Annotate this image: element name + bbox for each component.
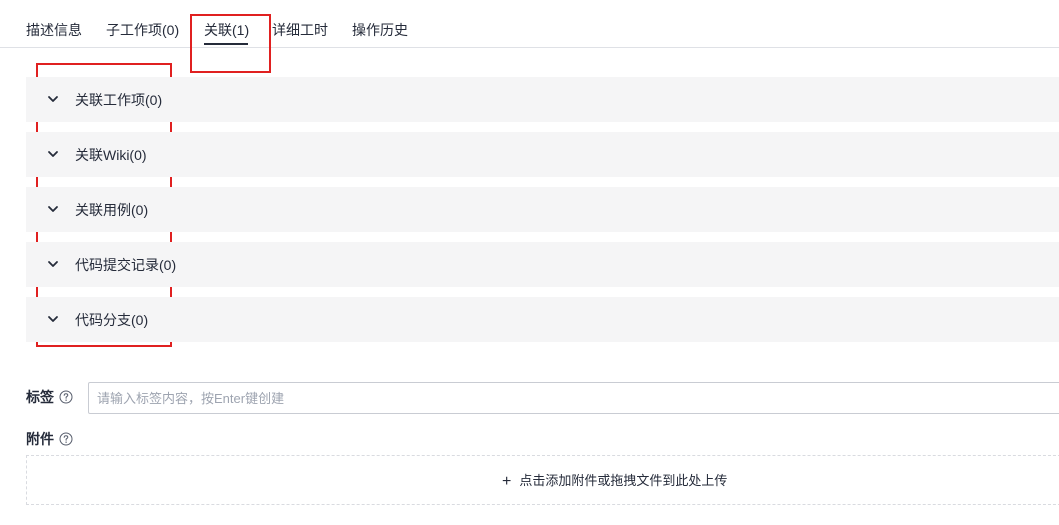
tag-input[interactable]: [88, 382, 1059, 414]
upload-prompt: + 点击添加附件或拖拽文件到此处上传: [502, 472, 727, 491]
tab-work-hours[interactable]: 详细工时: [272, 20, 328, 40]
help-icon[interactable]: [59, 390, 73, 404]
upload-text: 点击添加附件或拖拽文件到此处上传: [519, 473, 728, 488]
section-related-wiki[interactable]: 关联Wiki(0): [26, 132, 1059, 177]
section-label: 代码分支(0): [75, 312, 149, 328]
tab-bar: 描述信息 子工作项(0) 关联(1) 详细工时 操作历史: [0, 0, 1059, 48]
section-related-work-items[interactable]: 关联工作项(0): [26, 77, 1059, 122]
chevron-down-icon: [48, 206, 58, 212]
chevron-down-icon: [48, 151, 58, 157]
tab-description[interactable]: 描述信息: [26, 20, 82, 40]
help-icon[interactable]: [59, 432, 73, 446]
tab-history[interactable]: 操作历史: [352, 20, 408, 40]
attachments-label: 附件: [26, 431, 54, 447]
chevron-down-icon: [48, 96, 58, 102]
active-tab-indicator: [204, 43, 248, 45]
section-code-branches[interactable]: 代码分支(0): [26, 297, 1059, 342]
section-label: 关联用例(0): [75, 202, 149, 218]
tab-subtasks[interactable]: 子工作项(0): [106, 20, 179, 40]
section-label: 关联工作项(0): [75, 92, 163, 108]
section-label: 关联Wiki(0): [75, 147, 147, 163]
plus-icon: +: [502, 473, 512, 490]
section-label: 代码提交记录(0): [75, 257, 177, 273]
attachment-upload-zone[interactable]: + 点击添加附件或拖拽文件到此处上传: [26, 455, 1059, 505]
chevron-down-icon: [48, 261, 58, 267]
section-code-commits[interactable]: 代码提交记录(0): [26, 242, 1059, 287]
tab-relations[interactable]: 关联(1): [204, 20, 249, 40]
chevron-down-icon: [48, 316, 58, 322]
tags-label: 标签: [26, 389, 54, 405]
section-related-test-cases[interactable]: 关联用例(0): [26, 187, 1059, 232]
